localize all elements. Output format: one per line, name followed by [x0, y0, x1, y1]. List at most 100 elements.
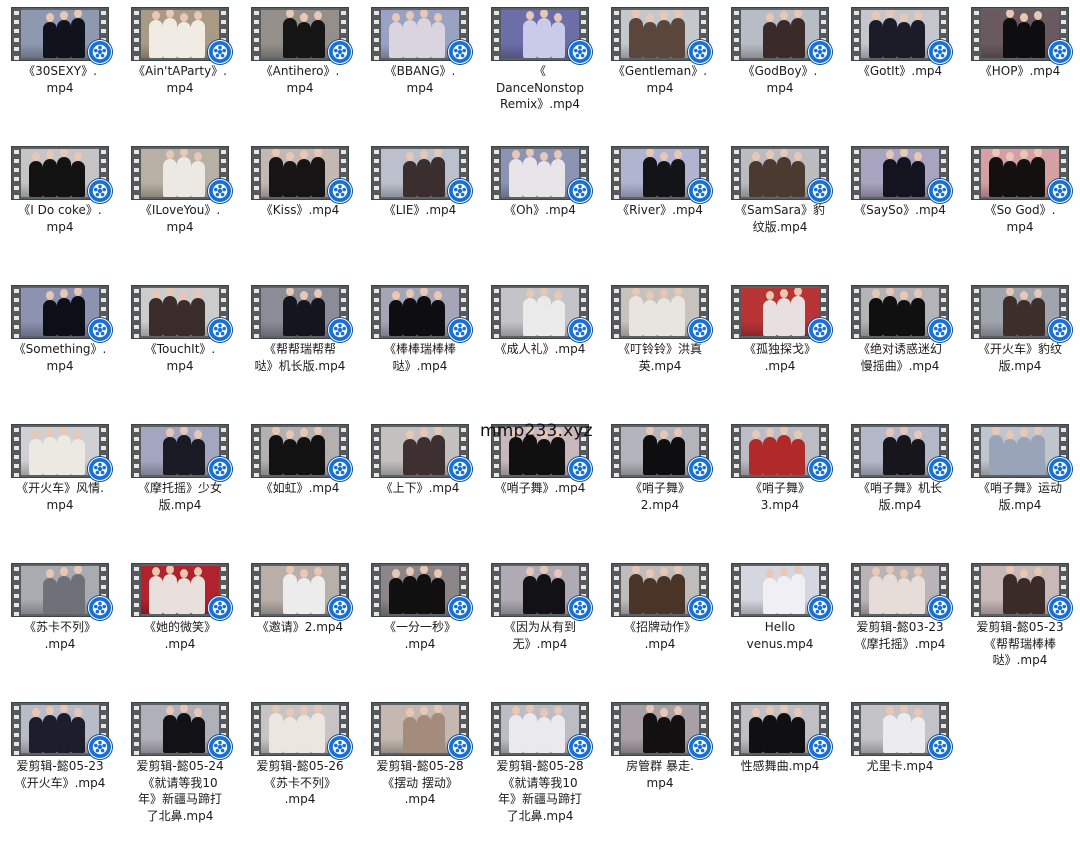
thumbnail-figure — [777, 289, 791, 336]
thumbnail-figure — [671, 566, 685, 614]
video-file-item[interactable]: 《Gentleman》. mp4 — [600, 0, 720, 130]
video-file-item[interactable]: 《SaySo》.mp4 — [840, 139, 960, 269]
thumbnail-figure — [897, 705, 911, 753]
video-file-item[interactable]: 《LIE》.mp4 — [360, 139, 480, 269]
video-file-item[interactable]: 爱剪辑-懿05-28 《摆动 摆动》 .mp4 — [360, 695, 480, 825]
video-file-item[interactable]: 《叮铃铃》洪真 英.mp4 — [600, 278, 720, 408]
file-name-line: 《River》.mp4 — [617, 203, 703, 217]
video-file-item[interactable]: 《哨子舞》 2.mp4 — [600, 417, 720, 547]
video-reel-icon — [448, 40, 472, 64]
thumbnail-figure — [43, 13, 57, 58]
video-file-item[interactable]: Hello venus.mp4 — [720, 556, 840, 686]
video-file-item[interactable]: 《一分一秒》 .mp4 — [360, 556, 480, 686]
file-name-line: .mp4 — [644, 636, 676, 651]
thumbnail-figure — [311, 289, 325, 336]
file-name-label: 《孤独探戈》 .mp4 — [720, 341, 840, 374]
film-strip-icon — [12, 564, 21, 616]
film-strip-icon — [732, 564, 741, 616]
video-file-item[interactable]: 《Ain'tAParty》. mp4 — [120, 0, 240, 130]
video-file-item[interactable]: 《哨子舞》机长 版.mp4 — [840, 417, 960, 547]
thumbnail-figure — [177, 13, 191, 58]
thumbnail-figure — [509, 150, 523, 197]
video-file-item[interactable]: 《棒棒瑞棒棒 哒》.mp4 — [360, 278, 480, 408]
film-strip-icon — [372, 8, 381, 60]
video-file-item[interactable]: 《HOP》.mp4 — [960, 0, 1080, 130]
video-file-item[interactable]: 《孤独探戈》 .mp4 — [720, 278, 840, 408]
thumbnail-figure — [657, 430, 671, 475]
video-file-item[interactable]: 《Something》. mp4 — [0, 278, 120, 408]
thumbnail-figure — [177, 705, 191, 753]
thumbnail-figure — [177, 291, 191, 336]
film-strip-icon — [372, 147, 381, 199]
video-file-item[interactable]: 《哨子舞》运动 版.mp4 — [960, 417, 1080, 547]
thumbnail-figure — [311, 705, 325, 753]
video-reel-icon — [328, 179, 352, 203]
video-file-item[interactable]: 爱剪辑-懿05-23 《开火车》.mp4 — [0, 695, 120, 825]
film-strip-icon — [372, 425, 381, 477]
file-name-line: 《HOP》.mp4 — [979, 64, 1061, 78]
thumbnail-figure — [71, 10, 85, 58]
video-file-item[interactable]: 《TouchIt》. mp4 — [120, 278, 240, 408]
thumbnail-figure — [869, 289, 883, 336]
video-file-item[interactable]: 《Kiss》.mp4 — [240, 139, 360, 269]
video-file-item[interactable]: 爱剪辑-懿03-23 《摩托摇》.mp4 — [840, 556, 960, 686]
video-file-item[interactable]: 《30SEXY》. mp4 — [0, 0, 120, 130]
video-file-item[interactable]: 爱剪辑-懿05-28 《就请等我10 年》新疆马蹄打 了北鼻.mp4 — [480, 695, 600, 825]
video-file-item[interactable]: 《绝对诱惑迷幻 慢摇曲》.mp4 — [840, 278, 960, 408]
video-file-item[interactable]: 《SamSara》豹 纹版.mp4 — [720, 139, 840, 269]
video-file-item[interactable]: 《Antihero》. mp4 — [240, 0, 360, 130]
film-strip-icon — [972, 564, 981, 616]
video-file-item[interactable]: 《哨子舞》 3.mp4 — [720, 417, 840, 547]
video-file-item[interactable]: 《So God》. mp4 — [960, 139, 1080, 269]
video-file-item[interactable]: 《GotIt》.mp4 — [840, 0, 960, 130]
video-reel-icon — [688, 40, 712, 64]
video-file-item[interactable]: 性感舞曲.mp4 — [720, 695, 840, 825]
thumbnail-figure — [883, 706, 897, 753]
video-file-item[interactable]: 《因为从有到 无》.mp4 — [480, 556, 600, 686]
video-file-item[interactable]: 《BBANG》. mp4 — [360, 0, 480, 130]
video-file-item[interactable]: 《Oh》.mp4 — [480, 139, 600, 269]
file-name-line: 《成人礼》.mp4 — [494, 342, 586, 356]
video-file-item[interactable]: 《I Do coke》. mp4 — [0, 139, 120, 269]
file-name-line: 年》新疆马蹄打 — [497, 792, 582, 806]
file-name-label: 性感舞曲.mp4 — [720, 758, 840, 775]
film-strip-icon — [852, 564, 861, 616]
file-name-label: 《LIE》.mp4 — [360, 202, 480, 219]
video-file-item[interactable]: 《ILoveYou》. mp4 — [120, 139, 240, 269]
video-file-item[interactable]: 爱剪辑-懿05-26 《苏卡不列》 .mp4 — [240, 695, 360, 825]
thumbnail-figure — [911, 289, 925, 336]
video-file-item[interactable]: 《帮帮瑞帮帮 哒》机长版.mp4 — [240, 278, 360, 408]
video-reel-icon — [208, 318, 232, 342]
file-name-line: mp4 — [766, 80, 794, 95]
video-reel-icon — [568, 318, 592, 342]
video-file-item[interactable]: 《开火车》风情. mp4 — [0, 417, 120, 547]
video-file-item[interactable]: 《苏卡不列》 .mp4 — [0, 556, 120, 686]
file-name-line: 《BBANG》. — [384, 64, 456, 78]
file-name-line: .mp4 — [404, 792, 436, 806]
thumbnail-figure — [403, 11, 417, 58]
video-file-item[interactable]: 《如虹》.mp4 — [240, 417, 360, 547]
video-file-item[interactable]: 《她的微笑》 .mp4 — [120, 556, 240, 686]
video-file-item[interactable]: 《上下》.mp4 — [360, 417, 480, 547]
video-file-item[interactable]: 《摩托摇》少女 版.mp4 — [120, 417, 240, 547]
thumbnail-figure — [1031, 11, 1045, 58]
video-file-item[interactable]: 房管群 暴走. mp4 — [600, 695, 720, 825]
video-file-item[interactable]: 《River》.mp4 — [600, 139, 720, 269]
file-name-label: 《开火车》风情. mp4 — [0, 480, 120, 513]
thumbnail-figure — [311, 427, 325, 475]
video-file-item[interactable]: 《招牌动作》 .mp4 — [600, 556, 720, 686]
file-name-label: 《她的微笑》 .mp4 — [120, 619, 240, 652]
video-file-item[interactable]: 《GodBoy》. mp4 — [720, 0, 840, 130]
video-file-item[interactable]: 《邀请》2.mp4 — [240, 556, 360, 686]
thumbnail-figure — [1017, 291, 1031, 336]
video-file-item[interactable]: 爱剪辑-懿05-24 《就请等我10 年》新疆马蹄打 了北鼻.mp4 — [120, 695, 240, 825]
thumbnail-figure — [269, 427, 283, 475]
file-name-label: 房管群 暴走. mp4 — [600, 758, 720, 791]
file-name-line: 《So God》. — [984, 203, 1056, 217]
video-file-item[interactable]: 《 DanceNonstop Remix》.mp4 — [480, 0, 600, 130]
video-file-item[interactable]: 尤里卡.mp4 — [840, 695, 960, 825]
video-file-item[interactable]: 爱剪辑-懿05-23 《帮帮瑞棒棒 哒》.mp4 — [960, 556, 1080, 686]
file-name-line: 《Kiss》.mp4 — [260, 203, 340, 217]
video-file-item[interactable]: 《开火车》豹纹 版.mp4 — [960, 278, 1080, 408]
video-file-item[interactable]: 《成人礼》.mp4 — [480, 278, 600, 408]
